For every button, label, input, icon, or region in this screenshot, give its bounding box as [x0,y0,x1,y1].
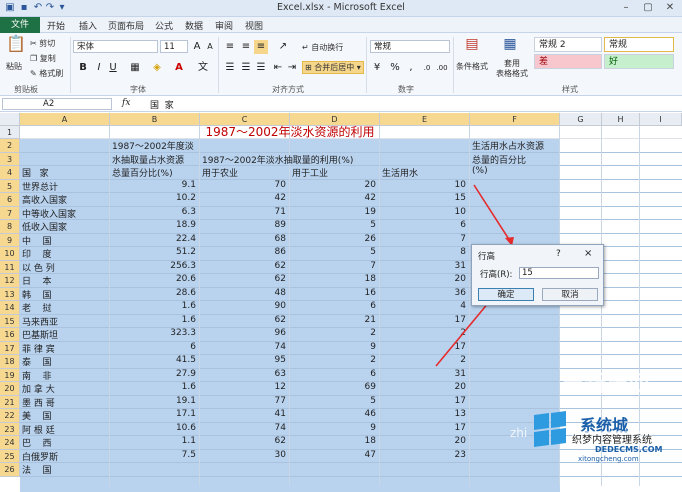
gridline-row [20,475,682,477]
annotation-arrows [435,184,514,367]
row-height-input[interactable]: 15 [519,267,599,279]
dialog-title: 行高 [478,252,496,262]
arrow-line-bottom [435,295,495,367]
row-height-label: 行高(R): [480,270,513,280]
close-icon[interactable]: × [584,248,592,259]
row-height-dialog: 行高 ? × 行高(R): 15 确定 取消 [471,244,604,306]
cancel-button[interactable]: 取消 [542,288,598,301]
ok-button[interactable]: 确定 [478,288,534,301]
arrow-line-top [473,184,513,245]
help-icon[interactable]: ? [556,249,561,259]
